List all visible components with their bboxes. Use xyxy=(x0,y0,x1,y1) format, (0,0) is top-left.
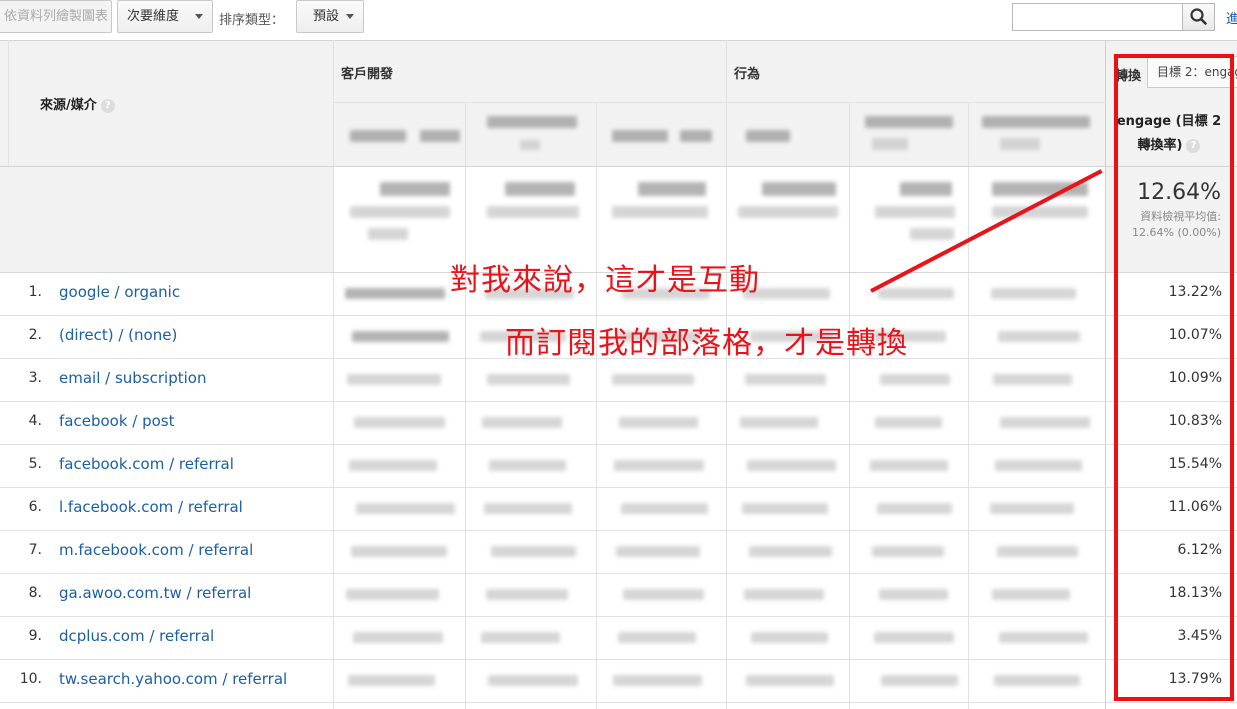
row-number: 4. xyxy=(28,413,42,429)
annotation-engagement: 對我來說，這才是互動 xyxy=(450,263,760,298)
blurred-cell xyxy=(747,460,836,471)
blurred-cell xyxy=(487,374,570,385)
highlight-box xyxy=(1114,54,1234,701)
blurred-cell xyxy=(746,675,834,686)
row-number: 8. xyxy=(28,585,42,601)
annotation-conversion: 而訂閱我的部落格，才是轉換 xyxy=(505,326,908,361)
blurred-cell xyxy=(877,503,952,514)
secondary-dimension-dropdown[interactable]: 次要維度 xyxy=(117,0,213,33)
blurred-cell xyxy=(878,288,954,299)
search-button[interactable] xyxy=(1182,3,1215,31)
blurred-cell xyxy=(744,589,824,600)
blurred-cell xyxy=(352,331,449,342)
blurred-cell xyxy=(348,675,435,686)
blurred-cell xyxy=(880,374,950,385)
source-link[interactable]: ga.awoo.com.tw / referral xyxy=(59,584,251,602)
dimension-column-label: 來源/媒介 xyxy=(40,98,97,113)
source-link[interactable]: tw.search.yahoo.com / referral xyxy=(59,670,287,688)
group-behavior: 行為 xyxy=(734,67,761,82)
blurred-cell xyxy=(351,546,447,557)
source-link[interactable]: facebook / post xyxy=(59,412,175,430)
help-icon[interactable]: ? xyxy=(100,98,115,113)
blurred-cell xyxy=(489,460,566,471)
totals-row-left xyxy=(0,166,333,272)
blurred-cell xyxy=(745,374,826,385)
blurred-cell xyxy=(486,589,568,600)
blurred-cell xyxy=(1000,417,1090,428)
plot-rows-button[interactable]: 依資料列繪製圖表 xyxy=(0,0,112,33)
blurred-cell xyxy=(995,460,1082,471)
source-link[interactable]: google / organic xyxy=(59,283,180,301)
blurred-cell xyxy=(347,374,441,385)
blurred-cell xyxy=(742,503,828,514)
blurred-cell xyxy=(621,503,708,514)
group-acquisition: 客戶開發 xyxy=(341,67,394,82)
row-number: 6. xyxy=(28,499,42,515)
source-link[interactable]: m.facebook.com / referral xyxy=(59,541,253,559)
source-link[interactable]: facebook.com / referral xyxy=(59,455,234,473)
source-link[interactable]: l.facebook.com / referral xyxy=(59,498,243,516)
search-input[interactable] xyxy=(1012,3,1183,31)
chevron-down-icon xyxy=(346,14,354,19)
blurred-cell xyxy=(994,675,1080,686)
source-link[interactable]: email / subscription xyxy=(59,369,206,387)
blurred-cell xyxy=(998,331,1080,342)
blurred-cell xyxy=(997,546,1078,557)
row-number: 10. xyxy=(19,671,42,687)
blurred-cell xyxy=(353,632,443,643)
advanced-link[interactable]: 進 xyxy=(1226,8,1237,27)
row-number: 7. xyxy=(28,542,42,558)
row-number: 9. xyxy=(28,628,42,644)
blurred-cell xyxy=(618,632,696,643)
blurred-cell xyxy=(345,288,445,299)
blurred-cell xyxy=(482,417,562,428)
blurred-cell xyxy=(614,460,704,471)
blurred-cell xyxy=(874,632,954,643)
blurred-cell xyxy=(999,632,1088,643)
blurred-cell xyxy=(488,675,578,686)
search-icon xyxy=(1190,8,1207,25)
report-table: 來源/媒介? 客戶開發 行為 轉換 目標 2：engage engage (目標… xyxy=(0,40,1237,709)
blurred-cell xyxy=(881,675,958,686)
row-number: 1. xyxy=(28,284,42,300)
blurred-cell xyxy=(623,589,704,600)
blurred-cell xyxy=(749,546,832,557)
blurred-cell xyxy=(481,632,560,643)
sort-type-dropdown[interactable]: 預設 xyxy=(296,0,364,33)
blurred-cell xyxy=(872,546,944,557)
source-link[interactable]: (direct) / (none) xyxy=(59,326,177,344)
blurred-cell xyxy=(613,675,702,686)
sort-default-label: 預設 xyxy=(313,9,340,24)
dimension-column-header[interactable]: 來源/媒介? xyxy=(40,94,115,113)
row-number: 2. xyxy=(28,327,42,343)
blurred-cell xyxy=(992,589,1070,600)
row-number: 5. xyxy=(28,456,42,472)
blurred-cell xyxy=(991,288,1076,299)
blurred-cell xyxy=(484,503,572,514)
blurred-cell xyxy=(870,460,948,471)
row-number: 3. xyxy=(28,370,42,386)
sort-type-label: 排序類型： xyxy=(219,13,285,28)
chevron-down-icon xyxy=(195,14,203,19)
blurred-cell xyxy=(993,374,1072,385)
blurred-cell xyxy=(354,417,445,428)
blurred-cell xyxy=(875,417,942,428)
table-header xyxy=(0,40,1237,166)
blurred-cell xyxy=(491,546,576,557)
blurred-cell xyxy=(879,589,948,600)
blurred-cell xyxy=(346,589,439,600)
blurred-cell xyxy=(612,374,694,385)
report-toolbar: 依資料列繪製圖表 次要維度 排序類型： 預設 進 xyxy=(0,0,1237,40)
blurred-cell xyxy=(356,503,455,514)
blurred-cell xyxy=(616,546,700,557)
blurred-cell xyxy=(619,417,698,428)
blurred-cell xyxy=(349,460,437,471)
blurred-cell xyxy=(751,632,828,643)
blurred-cell xyxy=(990,503,1074,514)
secondary-dimension-label: 次要維度 xyxy=(127,9,180,24)
blurred-cell xyxy=(740,417,818,428)
source-link[interactable]: dcplus.com / referral xyxy=(59,627,214,645)
